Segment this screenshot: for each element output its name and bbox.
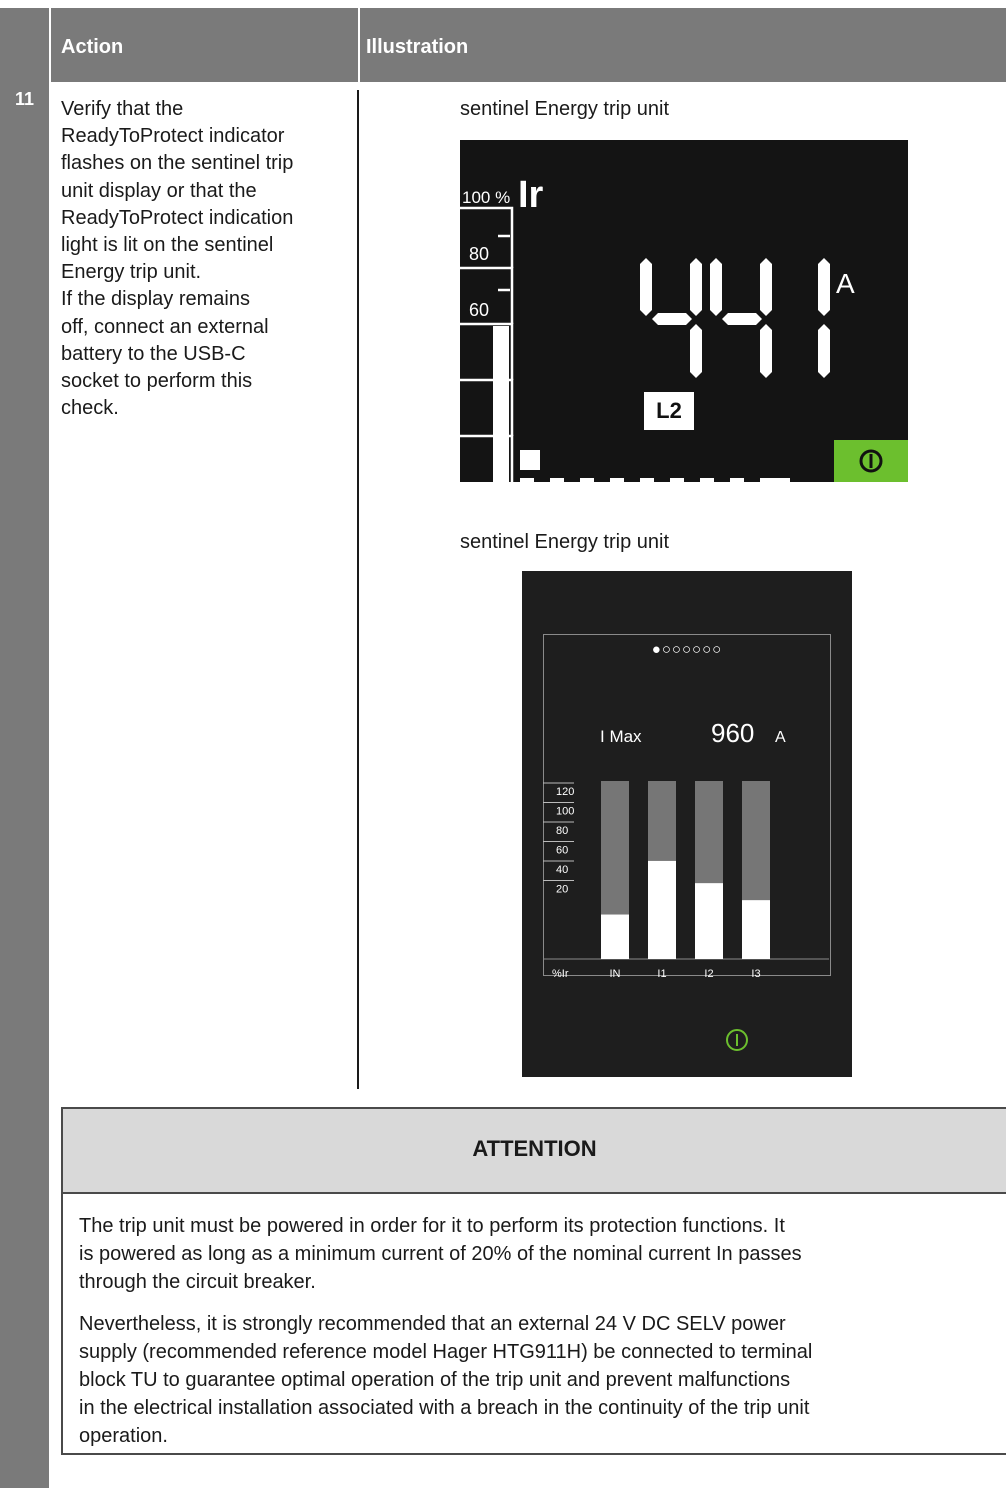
header-separator (358, 8, 360, 82)
scale-label-80: 80 (469, 244, 490, 264)
text-line: operation. (79, 1425, 168, 1447)
x-tick-label: I1 (657, 968, 666, 980)
action-line: ReadyToProtect indicator (61, 125, 285, 148)
bar-i1 (648, 860, 676, 959)
action-line: battery to the USB-C (61, 342, 246, 365)
bar-in (601, 914, 629, 959)
y-tick-label: 80 (556, 825, 568, 837)
text-line: is powered as long as a minimum current … (79, 1243, 802, 1265)
bar-i2 (695, 883, 723, 959)
action-line: light is lit on the sentinel (61, 234, 274, 257)
text-line: supply (recommended reference model Hage… (79, 1341, 813, 1363)
attention-title: ATTENTION (63, 1109, 1006, 1194)
y-tick-label: 20 (556, 884, 568, 896)
illustration-caption: sentinel Energy trip unit (460, 98, 670, 120)
attention-paragraph-2: Nevertheless, it is strongly recommended… (79, 1310, 979, 1450)
scale-label-60: 60 (469, 300, 490, 320)
action-line: flashes on the sentinel trip (61, 152, 294, 175)
ready-indicator (834, 440, 908, 482)
unit-label: A (836, 268, 855, 299)
x-tick-label: IN (610, 968, 621, 980)
column-separator (357, 90, 359, 1089)
x-tick-label: I3 (751, 968, 760, 980)
scale-label-100: 100 % (462, 188, 511, 207)
text-line: Nevertheless, it is strongly recommended… (79, 1313, 786, 1335)
current-bar-chart: 120 100 80 60 40 20 %Ir IN I1 I2 I3 (543, 781, 829, 980)
table-header (0, 8, 1006, 82)
action-text: Verify that the ReadyToProtect indicator… (61, 96, 351, 422)
action-line: check. (61, 397, 119, 420)
text-line: The trip unit must be powered in order f… (79, 1215, 785, 1237)
phase-badge: L2 (644, 392, 694, 430)
header-action: Action (61, 36, 124, 58)
ready-indicator (724, 1027, 750, 1058)
action-line: ReadyToProtect indication (61, 206, 294, 229)
y-tick-label: 40 (556, 864, 568, 876)
text-line: block TU to guarantee optimal operation … (79, 1369, 791, 1391)
action-line: unit display or that the (61, 179, 257, 202)
action-line: socket to perform this (61, 370, 253, 393)
x-tick-label: I2 (704, 968, 713, 980)
bar-i3 (742, 900, 770, 959)
power-icon (834, 440, 908, 482)
step-number: 11 (14, 89, 35, 109)
header-separator (49, 8, 51, 82)
header-illustration: Illustration (366, 36, 469, 58)
step-bar (0, 82, 49, 1488)
y-tick-label: 120 (556, 786, 574, 798)
y-tick-label: 60 (556, 845, 568, 857)
action-line: off, connect an external (61, 315, 269, 338)
power-icon (726, 1029, 748, 1051)
trip-unit-display-2: ●○○○○○○ I Max 960 A 120 100 80 60 40 20 %Ir IN I… (522, 571, 852, 1077)
segment-digits (640, 258, 830, 378)
y-tick-label: 100 (556, 806, 574, 818)
y-axis-label: %Ir (552, 968, 569, 980)
text-line: in the electrical installation associate… (79, 1397, 810, 1419)
text-line: through the circuit breaker. (79, 1271, 316, 1293)
trip-unit-display-1: 100 % Ir 80 60 A L2 (460, 140, 908, 482)
action-line: Energy trip unit. (61, 261, 202, 284)
action-line: Verify that the (61, 98, 184, 120)
illustration-caption: sentinel Energy trip unit (460, 531, 670, 553)
attention-paragraph-1: The trip unit must be powered in order f… (79, 1212, 979, 1296)
action-line: If the display remains (61, 288, 250, 311)
parameter-label: Ir (518, 174, 544, 216)
